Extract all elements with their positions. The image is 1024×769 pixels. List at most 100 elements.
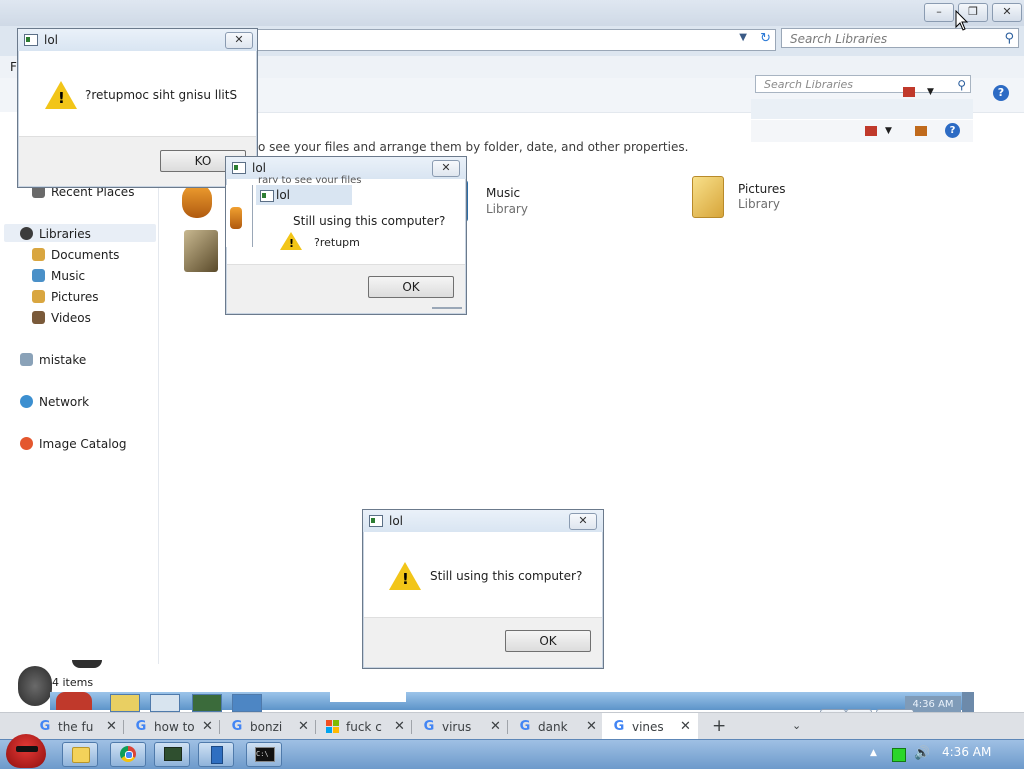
tab-title: dank	[538, 720, 568, 734]
dialog-ok-button[interactable]: OK	[505, 630, 591, 652]
nav-image-catalog[interactable]: Image Catalog	[20, 437, 126, 451]
ghost-explorer-button	[110, 694, 140, 712]
address-bar[interactable]: ▼ ↻	[250, 29, 776, 51]
pictures-library-icon	[692, 176, 724, 218]
browser-tab[interactable]: G how to ✕	[124, 713, 220, 740]
tray-expand-icon[interactable]: ▲	[870, 748, 877, 758]
dialog-title-bar[interactable]: lol ✕	[363, 510, 603, 532]
ghost-toolbar	[751, 99, 973, 119]
tab-close-icon[interactable]: ✕	[586, 719, 597, 734]
search-icon[interactable]: ⚲	[1004, 29, 1014, 49]
status-item-count: 4 items	[52, 676, 94, 689]
close-button[interactable]: ✕	[992, 3, 1022, 22]
taskbar-explorer-button[interactable]	[62, 742, 98, 767]
monitor-icon	[164, 747, 182, 761]
minimize-button[interactable]: –	[924, 3, 954, 22]
nav-network-label: Network	[39, 395, 90, 409]
ms-blue-square	[326, 727, 332, 733]
nav-mistake[interactable]: mistake	[20, 353, 86, 367]
nested-app-icon	[260, 190, 274, 202]
google-icon: G	[519, 719, 531, 734]
dialog-close-button[interactable]: ✕	[432, 160, 460, 177]
nested-warning-icon: !	[280, 232, 302, 250]
menu-file[interactable]: F	[10, 60, 17, 74]
google-icon: G	[135, 719, 147, 734]
library-pictures[interactable]: Pictures Library	[692, 174, 852, 220]
message-dialog[interactable]: lol ✕ ! Still using this computer? OK	[362, 509, 604, 669]
message-dialog-nested[interactable]: lol ✕ rary to see your files lol Still u…	[225, 156, 467, 315]
ms-red-square	[326, 720, 332, 726]
device-icon	[211, 746, 223, 764]
nav-pictures-label: Pictures	[51, 290, 99, 304]
warning-icon: !	[45, 81, 77, 109]
tab-close-icon[interactable]: ✕	[680, 719, 691, 734]
taskbar-clock[interactable]: 4:36 AM	[942, 745, 991, 759]
tab-close-icon[interactable]: ✕	[490, 719, 501, 734]
tab-close-icon[interactable]: ✕	[202, 719, 213, 734]
browser-tab[interactable]: fuck c ✕	[316, 713, 412, 740]
ghost-artifact	[330, 690, 406, 702]
dialog-title: lol	[252, 161, 267, 175]
message-dialog-reversed[interactable]: lol ✕ ! ?retupmoc siht gnisu llitS KO	[17, 28, 258, 188]
search-input[interactable]: Search Libraries ⚲	[781, 28, 1019, 48]
help-icon-2[interactable]: ?	[945, 123, 960, 138]
preview-pane-icon[interactable]	[915, 126, 927, 136]
nav-music[interactable]: Music	[32, 269, 85, 283]
nav-videos[interactable]: Videos	[32, 311, 91, 325]
dialog-app-icon	[24, 34, 38, 46]
nested-ghost-edge	[226, 185, 253, 247]
nav-libraries[interactable]: Libraries	[20, 227, 91, 241]
tab-close-icon[interactable]: ✕	[298, 719, 309, 734]
browser-tab[interactable]: G dank ✕	[508, 713, 604, 740]
search-placeholder: Search Libraries	[790, 32, 888, 46]
taskbar-app-button[interactable]	[198, 742, 234, 767]
dialog-close-button[interactable]: ✕	[225, 32, 253, 49]
tray-app-icon[interactable]	[892, 748, 906, 762]
google-icon: G	[423, 719, 435, 734]
homegroup-icon	[20, 353, 33, 366]
library-info-text: o see your files and arrange them by fol…	[258, 140, 689, 154]
ghost-search-placeholder: Search Libraries	[764, 78, 854, 91]
browser-tab-strip: G the fu ✕ G how to ✕ G bonzi ✕ fuck c ✕…	[0, 712, 1024, 740]
help-icon[interactable]: ?	[993, 85, 1009, 101]
browser-tab-active[interactable]: G vines ✕	[602, 713, 698, 740]
new-tab-icon[interactable]: +	[712, 716, 726, 736]
nav-network[interactable]: Network	[20, 395, 89, 409]
taskbar-monitor-button[interactable]	[154, 742, 190, 767]
tab-title: vines	[632, 720, 664, 734]
ghost-taskbar	[50, 692, 974, 710]
view-chevron-icon[interactable]: ▼	[885, 126, 892, 136]
dialog-title-bar[interactable]: lol ✕	[18, 29, 257, 51]
browser-tab[interactable]: G bonzi ✕	[220, 713, 316, 740]
ghost-chevron-down-icon[interactable]: ▼	[927, 87, 934, 97]
browser-tab[interactable]: G virus ✕	[412, 713, 508, 740]
tab-close-icon[interactable]: ✕	[106, 719, 117, 734]
angry-bird-brow	[16, 746, 38, 752]
flag-icon-2[interactable]	[865, 126, 877, 136]
ghost-search-input[interactable]: Search Libraries ⚲	[755, 75, 971, 93]
dialog-message: Still using this computer?	[430, 569, 583, 583]
chevron-down-icon[interactable]: ▼	[739, 32, 747, 43]
dialog-ok-button[interactable]: OK	[368, 276, 454, 298]
documents-library-icon[interactable]	[182, 184, 212, 218]
music-icon	[32, 269, 45, 282]
tab-close-icon[interactable]: ✕	[394, 719, 405, 734]
volume-icon[interactable]: 🔊	[914, 746, 930, 761]
nav-pictures[interactable]: Pictures	[32, 290, 99, 304]
taskbar-cmd-button[interactable]: C:\	[246, 742, 282, 767]
videos-library-icon[interactable]	[184, 230, 218, 272]
nested-title: lol	[276, 188, 291, 202]
dialog-close-button[interactable]: ✕	[569, 513, 597, 530]
refresh-icon[interactable]: ↻	[760, 31, 771, 46]
tab-search-chevron-icon[interactable]: ⌄	[792, 719, 801, 732]
network-icon	[20, 395, 33, 408]
dialog-app-icon	[369, 515, 383, 527]
flag-icon[interactable]	[903, 87, 915, 97]
ms-yellow-square	[333, 727, 339, 733]
nav-documents[interactable]: Documents	[32, 248, 119, 262]
taskbar-chrome-button[interactable]	[110, 742, 146, 767]
start-button[interactable]	[4, 730, 48, 768]
ghost-thumbnail	[72, 660, 102, 668]
ghost-search-icon[interactable]: ⚲	[957, 76, 966, 94]
google-icon: G	[613, 719, 625, 734]
